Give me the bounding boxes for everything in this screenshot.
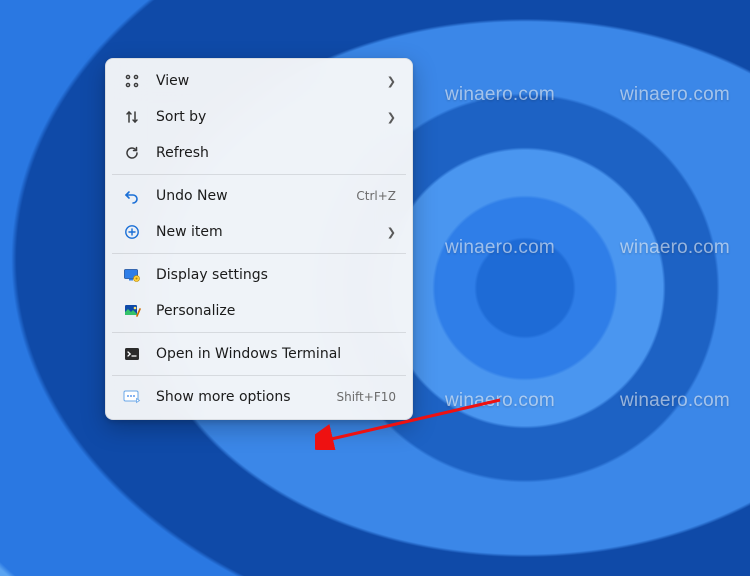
personalize-icon (122, 301, 142, 321)
menu-item-refresh[interactable]: Refresh (110, 135, 408, 171)
menu-separator (112, 332, 406, 333)
menu-separator (112, 375, 406, 376)
menu-item-label: Personalize (156, 303, 396, 319)
menu-item-label: Display settings (156, 267, 396, 283)
chevron-right-icon: ❯ (382, 226, 396, 239)
menu-shortcut: Shift+F10 (336, 390, 396, 404)
watermark: winaero.com (620, 84, 730, 106)
sort-icon (122, 107, 142, 127)
menu-item-undo[interactable]: Undo New Ctrl+Z (110, 178, 408, 214)
menu-item-label: New item (156, 224, 372, 240)
menu-item-view[interactable]: View ❯ (110, 63, 408, 99)
watermark: winaero.com (445, 84, 555, 106)
show-more-icon (122, 387, 142, 407)
menu-item-label: Sort by (156, 109, 372, 125)
chevron-right-icon: ❯ (382, 75, 396, 88)
menu-item-label: Undo New (156, 188, 346, 204)
menu-separator (112, 253, 406, 254)
desktop-context-menu: View ❯ Sort by ❯ Refresh Undo New Ctrl+Z (105, 58, 413, 420)
menu-item-personalize[interactable]: Personalize (110, 293, 408, 329)
menu-item-display-settings[interactable]: Display settings (110, 257, 408, 293)
grid-icon (122, 71, 142, 91)
new-item-icon (122, 222, 142, 242)
menu-separator (112, 174, 406, 175)
menu-item-label: Open in Windows Terminal (156, 346, 396, 362)
chevron-right-icon: ❯ (382, 111, 396, 124)
menu-item-label: Refresh (156, 145, 396, 161)
watermark: winaero.com (620, 390, 730, 412)
menu-item-show-more-options[interactable]: Show more options Shift+F10 (110, 379, 408, 415)
watermark: winaero.com (620, 237, 730, 259)
terminal-icon (122, 344, 142, 364)
display-settings-icon (122, 265, 142, 285)
menu-shortcut: Ctrl+Z (356, 189, 396, 203)
menu-item-new[interactable]: New item ❯ (110, 214, 408, 250)
refresh-icon (122, 143, 142, 163)
menu-item-sort-by[interactable]: Sort by ❯ (110, 99, 408, 135)
menu-item-label: Show more options (156, 389, 326, 405)
watermark: winaero.com (445, 237, 555, 259)
menu-item-label: View (156, 73, 372, 89)
menu-item-open-terminal[interactable]: Open in Windows Terminal (110, 336, 408, 372)
undo-icon (122, 186, 142, 206)
watermark: winaero.com (445, 390, 555, 412)
